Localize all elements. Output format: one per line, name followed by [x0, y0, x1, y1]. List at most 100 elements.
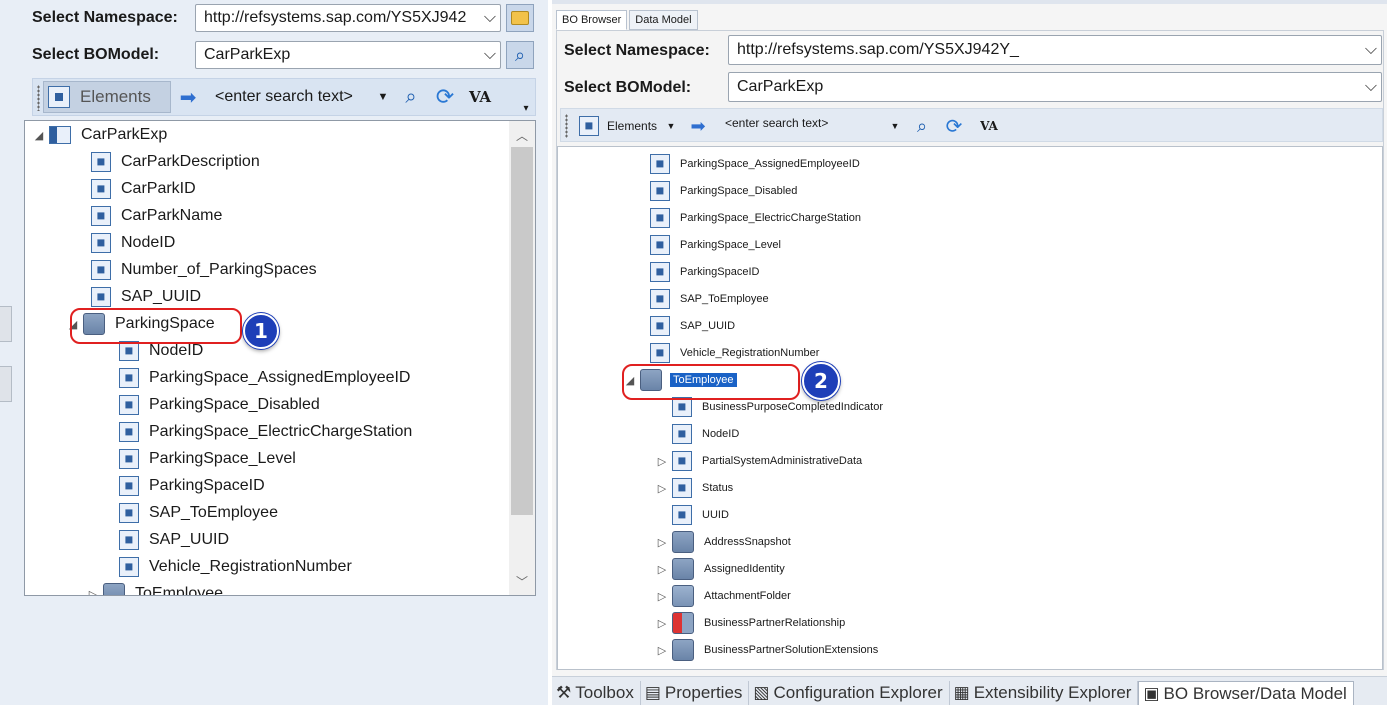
tree-node-label: SAP_UUID — [149, 531, 230, 548]
toolbar-overflow-button[interactable]: ▾ — [519, 101, 533, 115]
tree-node[interactable]: SAP_UUID — [632, 314, 735, 338]
tree-node-label: Number_of_ParkingSpaces — [121, 261, 317, 278]
tab-bo-browser[interactable]: BO Browser — [556, 10, 628, 30]
search-bomodel-button[interactable]: ⌕ — [506, 41, 534, 69]
namespace-select[interactable]: http://refsystems.sap.com/YS5XJ942Y_ ⌵ — [728, 35, 1382, 65]
tree-node-label: UUID — [702, 509, 729, 521]
search-dropdown-button[interactable]: ▼ — [887, 117, 903, 135]
tree-node[interactable]: ▷ AssignedIdentity — [654, 557, 785, 581]
scrollbar-thumb[interactable] — [511, 147, 533, 515]
tree-node[interactable]: ▷ AddressSnapshot — [654, 530, 791, 554]
tree-node-root[interactable]: ◢ CarParkExp — [31, 123, 167, 147]
tree-node-toemployee[interactable]: ▷ ToEmployee — [85, 582, 223, 596]
tab-toolbox[interactable]: ⚒ Toolbox — [552, 681, 641, 705]
tree-node-label: PartialSystemAdministrativeData — [702, 455, 863, 467]
tree-node[interactable]: CarParkName — [73, 204, 222, 228]
tree-node[interactable]: ParkingSpaceID — [101, 474, 265, 498]
tree-node[interactable]: ParkingSpace_ElectricChargeStation — [101, 420, 412, 444]
collapsed-pane-tab[interactable] — [0, 306, 12, 342]
toolbar-grip[interactable] — [37, 85, 40, 111]
tab-configuration-explorer[interactable]: ▧ Configuration Explorer — [749, 681, 950, 705]
tree-node[interactable]: UUID — [654, 503, 729, 527]
tab-data-model[interactable]: Data Model — [629, 10, 698, 30]
tree-node[interactable]: CarParkDescription — [73, 150, 260, 174]
toolbar-grip[interactable] — [565, 114, 568, 138]
tree-node[interactable]: ParkingSpace_Level — [632, 233, 781, 257]
tree-node-label: AttachmentFolder — [704, 590, 791, 602]
bomodel-select[interactable]: CarParkExp ⌵ — [728, 72, 1382, 102]
tab-label: BO Browser/Data Model — [1163, 683, 1347, 703]
collapsed-pane-tab[interactable] — [0, 366, 12, 402]
bomodel-select[interactable]: CarParkExp ⌵ — [195, 41, 501, 69]
go-arrow-button[interactable]: ➡ — [685, 113, 711, 139]
collapse-arrow-icon[interactable]: ◢ — [31, 129, 47, 142]
search-placeholder: <enter search text> — [215, 88, 353, 105]
expand-arrow-icon[interactable]: ▷ — [654, 617, 670, 630]
tab-bo-browser-data-model[interactable]: ▣ BO Browser/Data Model — [1138, 681, 1354, 705]
magnifier-icon: ⌕ — [916, 115, 928, 136]
expand-arrow-icon[interactable]: ▷ — [654, 590, 670, 603]
tree-node[interactable]: ParkingSpace_Level — [101, 447, 296, 471]
find-button[interactable]: ⌕ — [909, 113, 935, 139]
tree-node-label: SAP_ToEmployee — [680, 293, 769, 305]
find-button[interactable]: ⌕ — [397, 83, 425, 111]
tree-node[interactable]: ParkingSpace_Disabled — [101, 393, 320, 417]
chevron-down-icon: ⌵ — [483, 9, 497, 26]
scroll-up-icon[interactable]: ︿ — [516, 127, 528, 144]
tree-node[interactable]: Vehicle_RegistrationNumber — [632, 341, 819, 365]
tree-node[interactable]: ParkingSpaceID — [632, 260, 760, 284]
expand-arrow-icon[interactable]: ▷ — [654, 455, 670, 468]
tree-node[interactable]: SAP_ToEmployee — [101, 501, 278, 525]
tree-node[interactable]: ParkingSpace_Disabled — [632, 179, 797, 203]
tree-node[interactable]: ▷ PartialSystemAdministrativeData — [654, 449, 862, 473]
tree-node[interactable]: ParkingSpace_AssignedEmployeeID — [632, 152, 860, 176]
element-icon — [650, 316, 670, 336]
tree-node[interactable]: SAP_UUID — [73, 285, 201, 309]
tree-node[interactable]: CarParkID — [73, 177, 196, 201]
namespace-label: Select Namespace: — [32, 9, 178, 26]
tree-node[interactable]: ParkingSpace_AssignedEmployeeID — [101, 366, 410, 390]
scroll-down-icon[interactable]: ﹀ — [516, 573, 528, 590]
tree-node[interactable]: ▷ BusinessPartnerRelationship — [654, 611, 845, 635]
open-namespace-button[interactable] — [506, 4, 534, 32]
tree-node[interactable]: NodeID — [73, 231, 175, 255]
namespace-select[interactable]: http://refsystems.sap.com/YS5XJ942 ⌵ — [195, 4, 501, 32]
elements-dropdown-button[interactable]: ▼ — [663, 117, 679, 135]
tab-properties[interactable]: ▤ Properties — [641, 681, 750, 705]
tree-node[interactable]: SAP_UUID — [101, 528, 229, 552]
right-toolbar: Elements ▼ ➡ <enter search text> ▼ ⌕ ⟳ V… — [560, 108, 1383, 142]
elements-filter-button[interactable]: Elements — [575, 113, 671, 139]
tree-node[interactable]: SAP_ToEmployee — [632, 287, 769, 311]
tree-node-label: SAP_UUID — [121, 288, 202, 305]
tree-node[interactable]: ▷ AttachmentFolder — [654, 584, 791, 608]
tree-node-label: BusinessPurposeCompletedIndicator — [702, 401, 883, 413]
expand-arrow-icon[interactable]: ▷ — [85, 588, 101, 596]
element-icon — [650, 343, 670, 363]
search-input[interactable]: <enter search text> — [719, 113, 891, 139]
value-assistant-button[interactable]: VA — [465, 83, 495, 111]
go-arrow-button[interactable]: ➡ — [175, 85, 201, 109]
tree-node[interactable]: ▷ BusinessPartnerSolutionExtensions — [654, 638, 878, 662]
search-input[interactable]: <enter search text> — [205, 83, 395, 111]
namespace-value: http://refsystems.sap.com/YS5XJ942 — [204, 9, 467, 26]
left-tree-scrollbar[interactable]: ︿ ﹀ — [509, 121, 535, 595]
tree-node[interactable]: NodeID — [654, 422, 739, 446]
search-dropdown-button[interactable]: ▼ — [375, 87, 391, 107]
tab-extensibility-explorer[interactable]: ▦ Extensibility Explorer — [950, 681, 1139, 705]
tree-node[interactable]: ParkingSpace_ElectricChargeStation — [632, 206, 861, 230]
expand-arrow-icon[interactable]: ▷ — [654, 563, 670, 576]
right-panel: BO Browser Data Model Select Namespace: … — [552, 0, 1387, 705]
expand-arrow-icon[interactable]: ▷ — [654, 644, 670, 657]
refresh-button[interactable]: ⟳ — [941, 113, 967, 139]
association-icon — [672, 558, 694, 580]
value-assistant-button[interactable]: VA — [975, 113, 1003, 139]
tree-node-label: ParkingSpace_AssignedEmployeeID — [149, 369, 411, 386]
expand-arrow-icon[interactable]: ▷ — [654, 536, 670, 549]
expand-arrow-icon[interactable]: ▷ — [654, 482, 670, 495]
refresh-button[interactable]: ⟳ — [431, 83, 459, 111]
tree-node[interactable]: ▷ Status — [654, 476, 733, 500]
tree-node[interactable]: Number_of_ParkingSpaces — [73, 258, 317, 282]
tree-node[interactable]: Vehicle_RegistrationNumber — [101, 555, 352, 579]
folder-icon — [511, 11, 529, 25]
elements-filter-button[interactable]: Elements — [43, 81, 171, 113]
